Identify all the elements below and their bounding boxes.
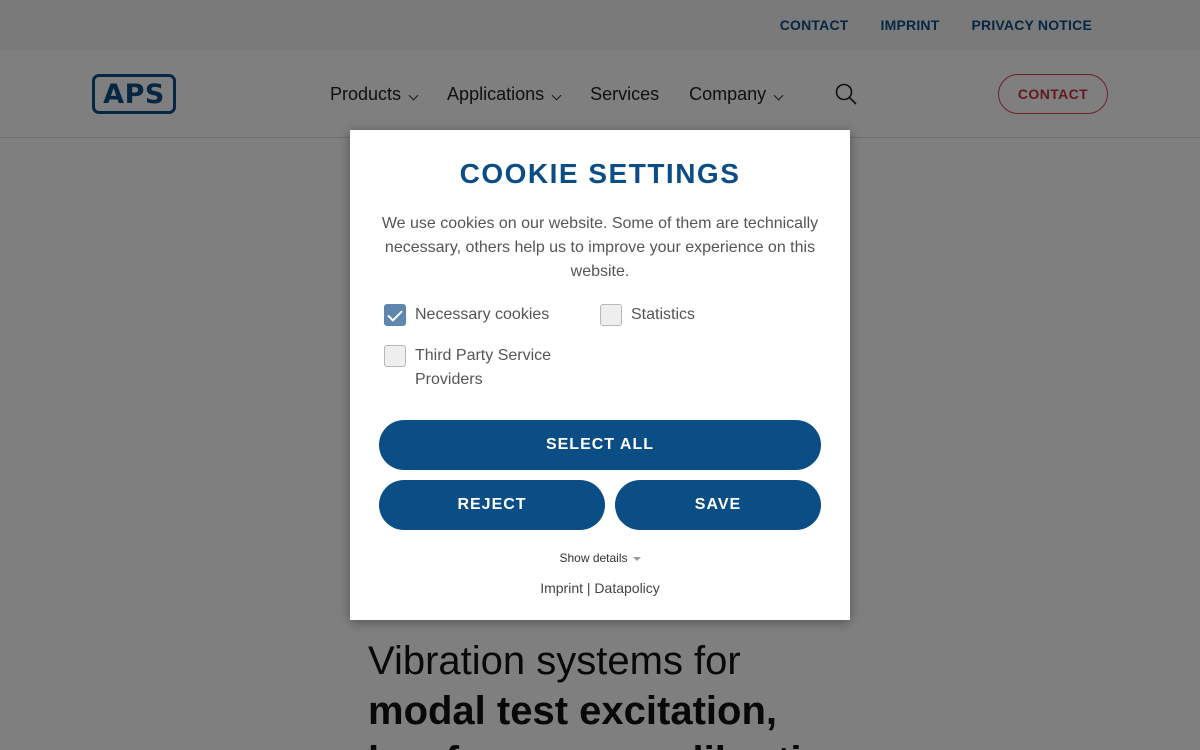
option-label: Statistics xyxy=(631,306,696,323)
dialog-description: We use cookies on our website. Some of t… xyxy=(381,215,819,280)
select-all-button[interactable]: SELECT ALL xyxy=(379,420,821,470)
statistics-checkbox[interactable] xyxy=(600,304,622,326)
option-label: Third Party Service Providers xyxy=(415,347,552,388)
option-label: Necessary cookies xyxy=(415,306,550,323)
reject-button[interactable]: REJECT xyxy=(379,480,605,530)
third-party-checkbox[interactable] xyxy=(384,345,406,367)
option-third-party[interactable]: Third Party Service Providers xyxy=(384,345,584,392)
show-details-label: Show details xyxy=(559,551,628,565)
imprint-link[interactable]: Imprint xyxy=(540,580,583,596)
necessary-cookies-checkbox[interactable] xyxy=(384,304,406,326)
caret-down-icon xyxy=(632,556,641,561)
footer-separator: | xyxy=(586,580,591,596)
option-necessary-cookies[interactable]: Necessary cookies xyxy=(384,304,549,327)
cookie-settings-dialog: COOKIE SETTINGS We use cookies on our we… xyxy=(350,130,850,620)
save-button[interactable]: SAVE xyxy=(615,480,821,530)
dialog-footer-links: Imprint | Datapolicy xyxy=(350,580,850,596)
show-details-toggle[interactable]: Show details xyxy=(350,551,850,565)
datapolicy-link[interactable]: Datapolicy xyxy=(594,580,659,596)
dialog-title: COOKIE SETTINGS xyxy=(459,158,741,189)
option-statistics[interactable]: Statistics xyxy=(600,304,695,327)
